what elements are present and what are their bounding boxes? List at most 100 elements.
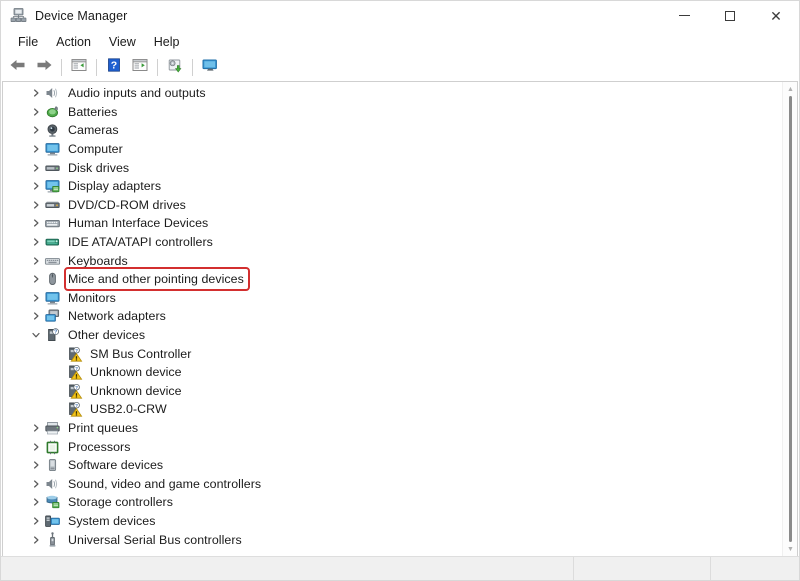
chevron-right-icon[interactable] xyxy=(27,144,44,154)
menu-action[interactable]: Action xyxy=(47,32,100,52)
tree-item[interactable]: ? Other devices xyxy=(3,326,782,345)
status-text-3 xyxy=(711,557,799,565)
tree-item[interactable]: Mice and other pointing devices xyxy=(3,270,782,289)
chevron-right-icon[interactable] xyxy=(27,311,44,321)
chevron-right-icon[interactable] xyxy=(27,293,44,303)
chevron-right-icon[interactable] xyxy=(27,237,44,247)
forward-button[interactable] xyxy=(31,55,57,79)
tree-item[interactable]: Universal Serial Bus controllers xyxy=(3,530,782,549)
tree-item-label: Unknown device xyxy=(90,384,182,398)
device-tree[interactable]: Audio inputs and outputs Batteries xyxy=(3,82,782,556)
disk-drive-icon xyxy=(44,160,61,176)
processor-icon xyxy=(44,439,61,455)
tree-item[interactable]: Storage controllers xyxy=(3,493,782,512)
status-text-2 xyxy=(574,557,710,565)
tree-item[interactable]: Network adapters xyxy=(3,307,782,326)
keyboard-icon xyxy=(44,253,61,269)
other-device-icon: ? xyxy=(44,327,61,343)
tree-item-label: Network adapters xyxy=(68,309,166,323)
tree-item-label: Sound, video and game controllers xyxy=(68,477,261,491)
tree-item-label: Batteries xyxy=(68,105,117,119)
chevron-right-icon[interactable] xyxy=(27,442,44,452)
tree-item-label: Unknown device xyxy=(90,365,182,379)
chevron-right-icon[interactable] xyxy=(27,88,44,98)
tree-item[interactable]: Human Interface Devices xyxy=(3,214,782,233)
close-button[interactable]: ✕ xyxy=(753,1,799,30)
minimize-button[interactable] xyxy=(661,1,707,30)
menu-help[interactable]: Help xyxy=(145,32,189,52)
chevron-right-icon[interactable] xyxy=(27,535,44,545)
tree-item[interactable]: Batteries xyxy=(3,103,782,122)
tree-item[interactable]: IDE ATA/ATAPI controllers xyxy=(3,233,782,252)
chevron-right-icon[interactable] xyxy=(27,218,44,228)
tree-item[interactable]: Disk drives xyxy=(3,158,782,177)
tree-item[interactable]: ? SM Bus Controller xyxy=(3,344,782,363)
tree-item[interactable]: ? Unknown device xyxy=(3,363,782,382)
mouse-icon xyxy=(44,271,61,287)
toolbar-separator xyxy=(61,59,62,76)
status-panel-2 xyxy=(574,557,711,580)
update-driver-button[interactable] xyxy=(162,55,188,79)
tree-item[interactable]: Audio inputs and outputs xyxy=(3,84,782,103)
tree-item[interactable]: Cameras xyxy=(3,121,782,140)
vertical-scrollbar[interactable]: ▲ ▼ xyxy=(782,82,797,556)
tree-item[interactable]: Processors xyxy=(3,437,782,456)
software-device-icon xyxy=(44,457,61,473)
menu-view[interactable]: View xyxy=(100,32,145,52)
chevron-right-icon[interactable] xyxy=(27,460,44,470)
tree-item[interactable]: ? USB2.0-CRW xyxy=(3,400,782,419)
chevron-right-icon[interactable] xyxy=(27,479,44,489)
toolbar-separator xyxy=(157,59,158,76)
console-tree-icon xyxy=(70,57,88,78)
chevron-right-icon[interactable] xyxy=(27,181,44,191)
tree-item-label: DVD/CD-ROM drives xyxy=(68,198,186,212)
speaker-icon xyxy=(44,476,61,492)
chevron-right-icon[interactable] xyxy=(27,163,44,173)
chevron-right-icon[interactable] xyxy=(27,107,44,117)
monitor-icon xyxy=(44,290,61,306)
chevron-right-icon[interactable] xyxy=(27,274,44,284)
tree-item[interactable]: DVD/CD-ROM drives xyxy=(3,196,782,215)
chevron-right-icon[interactable] xyxy=(27,200,44,210)
help-button[interactable]: ? xyxy=(101,55,127,79)
tree-item[interactable]: ? Unknown device xyxy=(3,382,782,401)
tree-item-label: Other devices xyxy=(68,328,145,342)
scan-hardware-changes-button[interactable] xyxy=(197,55,223,79)
maximize-button[interactable] xyxy=(707,1,753,30)
menu-bar: File Action View Help xyxy=(1,30,799,53)
chevron-right-icon[interactable] xyxy=(27,125,44,135)
tree-item[interactable]: Monitors xyxy=(3,289,782,308)
scroll-down-arrow[interactable]: ▼ xyxy=(783,543,798,555)
back-button[interactable] xyxy=(5,55,31,79)
optical-drive-icon xyxy=(44,197,61,213)
chevron-right-icon[interactable] xyxy=(27,516,44,526)
chevron-right-icon[interactable] xyxy=(27,423,44,433)
tree-item-label: Print queues xyxy=(68,421,138,435)
menu-file[interactable]: File xyxy=(9,32,47,52)
tree-item[interactable]: Software devices xyxy=(3,456,782,475)
scrollbar-thumb[interactable] xyxy=(789,96,792,542)
tree-item[interactable]: Sound, video and game controllers xyxy=(3,474,782,493)
tree-item[interactable]: Keyboards xyxy=(3,251,782,270)
toolbar-separator xyxy=(96,59,97,76)
tree-item[interactable]: Print queues xyxy=(3,419,782,438)
properties-icon xyxy=(131,57,149,78)
tree-item-label: Disk drives xyxy=(68,161,129,175)
tree-item[interactable]: Computer xyxy=(3,140,782,159)
tree-item[interactable]: System devices xyxy=(3,512,782,531)
toolbar: ? xyxy=(1,53,799,81)
chevron-right-icon[interactable] xyxy=(27,256,44,266)
chevron-down-icon[interactable] xyxy=(27,330,44,340)
forward-arrow-icon xyxy=(35,57,53,78)
properties-button[interactable] xyxy=(127,55,153,79)
display-adapter-icon xyxy=(44,178,61,194)
tree-item-label: USB2.0-CRW xyxy=(90,402,167,416)
tree-item[interactable]: Display adapters xyxy=(3,177,782,196)
storage-controller-icon xyxy=(44,494,61,510)
system-device-icon xyxy=(44,513,61,529)
show-hide-console-tree-button[interactable] xyxy=(66,55,92,79)
svg-text:?: ? xyxy=(75,348,78,353)
chevron-right-icon[interactable] xyxy=(27,497,44,507)
ide-controller-icon xyxy=(44,234,61,250)
scroll-up-arrow[interactable]: ▲ xyxy=(783,83,798,95)
